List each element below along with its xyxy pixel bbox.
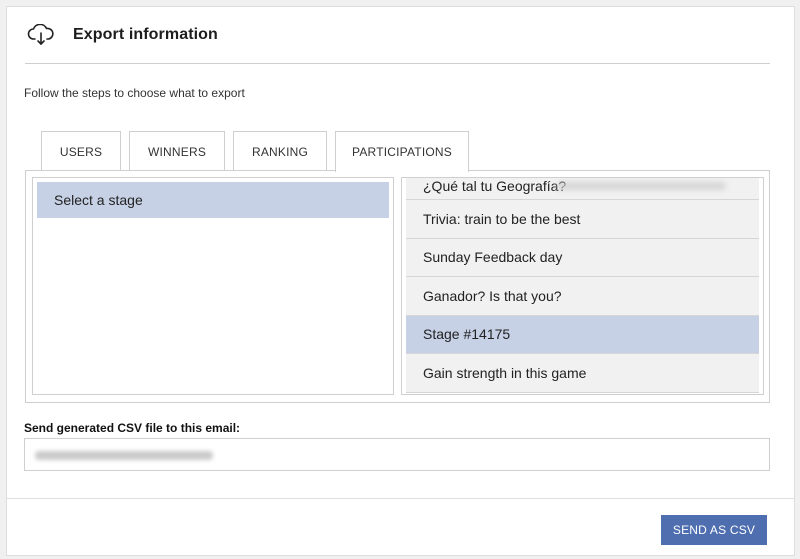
stage-label: Gain strength in this game (423, 364, 587, 381)
stage-item[interactable]: Ganador? Is that you? (406, 277, 759, 316)
tab-winners[interactable]: WINNERS (129, 131, 225, 171)
stage-label: Sunday Feedback day (423, 249, 563, 266)
stage-label: Trivia: train to be the best (423, 210, 581, 227)
tab-participations[interactable]: PARTICIPATIONS (335, 131, 469, 172)
stage-item[interactable]: Trivia: train to be the best (406, 200, 759, 239)
tab-ranking[interactable]: RANKING (233, 131, 327, 171)
send-as-csv-button[interactable]: SEND AS CSV (661, 515, 767, 545)
tab-label: WINNERS (147, 144, 207, 159)
stage-label: Ganador? Is that you? (423, 287, 562, 304)
modal-header: Export information (25, 7, 770, 64)
export-tabs: USERS WINNERS RANKING PARTICIPATIONS (41, 131, 477, 172)
stage-label: ¿Qué tal tu Geografía? (423, 178, 567, 194)
email-label: Send generated CSV file to this email: (24, 421, 241, 435)
stage-list[interactable]: ¿Qué tal tu Geografía? Trivia: train to … (401, 177, 764, 395)
stage-item-selected[interactable]: Stage #14175 (406, 315, 759, 354)
tab-users[interactable]: USERS (41, 131, 121, 171)
stage-item[interactable]: ¿Qué tal tu Geografía? (406, 178, 759, 200)
select-stage-option[interactable]: Select a stage (37, 182, 389, 218)
export-modal: Export information Follow the steps to c… (6, 6, 795, 556)
scroll-shadow (556, 182, 726, 190)
tab-label: USERS (59, 144, 103, 159)
email-input[interactable] (24, 438, 770, 471)
tab-panel: Select a stage ¿Qué tal tu Geografía? Tr… (25, 170, 770, 403)
stage-item[interactable]: Sunday Feedback day (406, 238, 759, 277)
intro-text: Follow the steps to choose what to expor… (24, 86, 245, 100)
cloud-download-icon (27, 23, 57, 47)
footer-divider (7, 498, 794, 499)
stage-label: Stage #14175 (423, 326, 511, 343)
redacted-email (35, 451, 213, 460)
stage-item[interactable]: Gain strength in this game (406, 354, 759, 393)
tab-label: PARTICIPATIONS (352, 145, 452, 159)
tab-label: RANKING (251, 144, 309, 159)
modal-title: Export information (73, 26, 218, 43)
stage-select-list: Select a stage (32, 177, 394, 395)
